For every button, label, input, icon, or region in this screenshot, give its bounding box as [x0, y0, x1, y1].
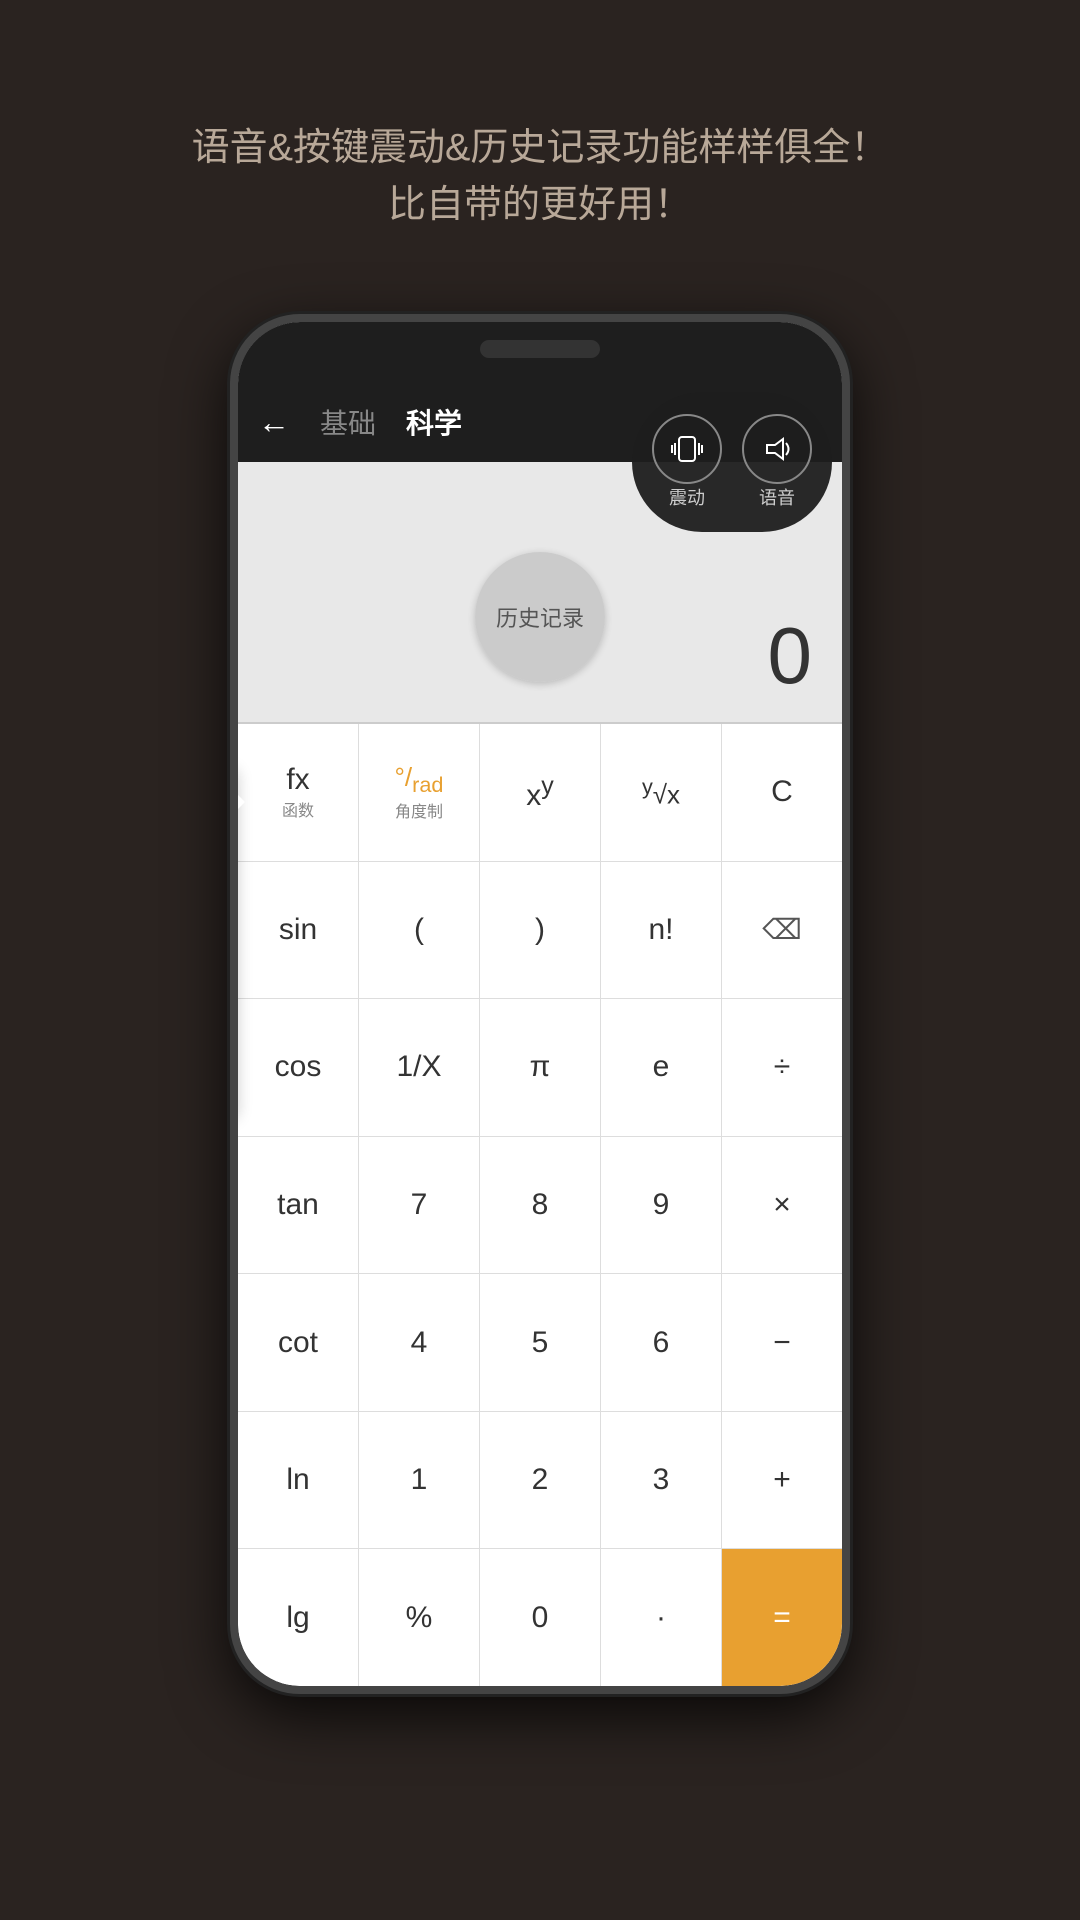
tab-science[interactable]: 科学	[406, 402, 462, 442]
volume-down-button	[230, 702, 234, 802]
key-4[interactable]: 4	[359, 1274, 480, 1411]
key-2[interactable]: 2	[480, 1412, 601, 1549]
back-button[interactable]: ←	[258, 404, 290, 441]
key-clear[interactable]: C	[722, 724, 842, 861]
key-5[interactable]: 5	[480, 1274, 601, 1411]
key-pi[interactable]: π	[480, 999, 601, 1136]
side-button-1	[230, 502, 234, 562]
key-fx[interactable]: fx 函数	[238, 724, 359, 861]
key-row-2: sin ( ) n! ⌫	[238, 862, 842, 1000]
key-row-5: cot 4 5 6 −	[238, 1274, 842, 1412]
nav-tabs: 基础 科学	[320, 402, 462, 442]
keyboard: fx-1 反函数 sin-1 cos-1 tan-1 cot-1	[238, 724, 842, 1686]
sound-icon-wrapper: 语音	[742, 414, 812, 510]
key-row-7: lg % 0 · =	[238, 1549, 842, 1686]
key-root[interactable]: y√x	[601, 724, 722, 861]
key-reciprocal[interactable]: 1/X	[359, 999, 480, 1136]
key-degree[interactable]: °/rad 角度制	[359, 724, 480, 861]
key-open-paren[interactable]: (	[359, 862, 480, 999]
promo-line1: 语音&按键震动&历史记录功能样样俱全！	[60, 120, 1020, 177]
display-number: 0	[768, 610, 813, 702]
key-row-6: ln 1 2 3 +	[238, 1412, 842, 1550]
key-factorial[interactable]: n!	[601, 862, 722, 999]
vibrate-button[interactable]	[652, 414, 722, 484]
key-sin[interactable]: sin	[238, 862, 359, 999]
tab-basic[interactable]: 基础	[320, 402, 376, 442]
vibrate-label: 震动	[669, 484, 705, 510]
key-6[interactable]: 6	[601, 1274, 722, 1411]
key-8[interactable]: 8	[480, 1137, 601, 1274]
key-lg[interactable]: lg	[238, 1549, 359, 1686]
phone-speaker	[480, 340, 600, 358]
key-euler[interactable]: e	[601, 999, 722, 1136]
sound-button[interactable]	[742, 414, 812, 484]
phone-frame: ← 基础 科学	[230, 314, 850, 1694]
history-button[interactable]: 历史记录	[475, 552, 605, 682]
floating-icons-panel: 震动 语音	[632, 392, 832, 532]
key-tan[interactable]: tan	[238, 1137, 359, 1274]
key-subtract[interactable]: −	[722, 1274, 842, 1411]
key-row-4: tan 7 8 9 ×	[238, 1137, 842, 1275]
power-button	[846, 522, 850, 602]
key-multiply[interactable]: ×	[722, 1137, 842, 1274]
key-delete[interactable]: ⌫	[722, 862, 842, 999]
key-1[interactable]: 1	[359, 1412, 480, 1549]
promo-line2: 比自带的更好用！	[60, 177, 1020, 234]
key-add[interactable]: +	[722, 1412, 842, 1549]
key-cot[interactable]: cot	[238, 1274, 359, 1411]
vibrate-icon-wrapper: 震动	[652, 414, 722, 510]
promo-text: 语音&按键震动&历史记录功能样样俱全！ 比自带的更好用！	[0, 0, 1080, 294]
top-bar: ← 基础 科学	[238, 382, 842, 462]
key-divide[interactable]: ÷	[722, 999, 842, 1136]
key-ln[interactable]: ln	[238, 1412, 359, 1549]
key-7[interactable]: 7	[359, 1137, 480, 1274]
icons-row: 震动 语音	[652, 414, 812, 510]
key-power[interactable]: xy	[480, 724, 601, 861]
key-percent[interactable]: %	[359, 1549, 480, 1686]
key-dot[interactable]: ·	[601, 1549, 722, 1686]
volume-up-button	[230, 582, 234, 682]
key-3[interactable]: 3	[601, 1412, 722, 1549]
key-close-paren[interactable]: )	[480, 862, 601, 999]
phone-wrapper: ← 基础 科学	[0, 314, 1080, 1694]
phone-screen: ← 基础 科学	[238, 322, 842, 1686]
key-0[interactable]: 0	[480, 1549, 601, 1686]
key-9[interactable]: 9	[601, 1137, 722, 1274]
key-equals[interactable]: =	[722, 1549, 842, 1686]
key-row-1: fx 函数 °/rad 角度制 xy y√x C	[238, 724, 842, 862]
key-row-3: cos 1/X π e ÷	[238, 999, 842, 1137]
key-cos[interactable]: cos	[238, 999, 359, 1136]
sound-label: 语音	[759, 484, 795, 510]
